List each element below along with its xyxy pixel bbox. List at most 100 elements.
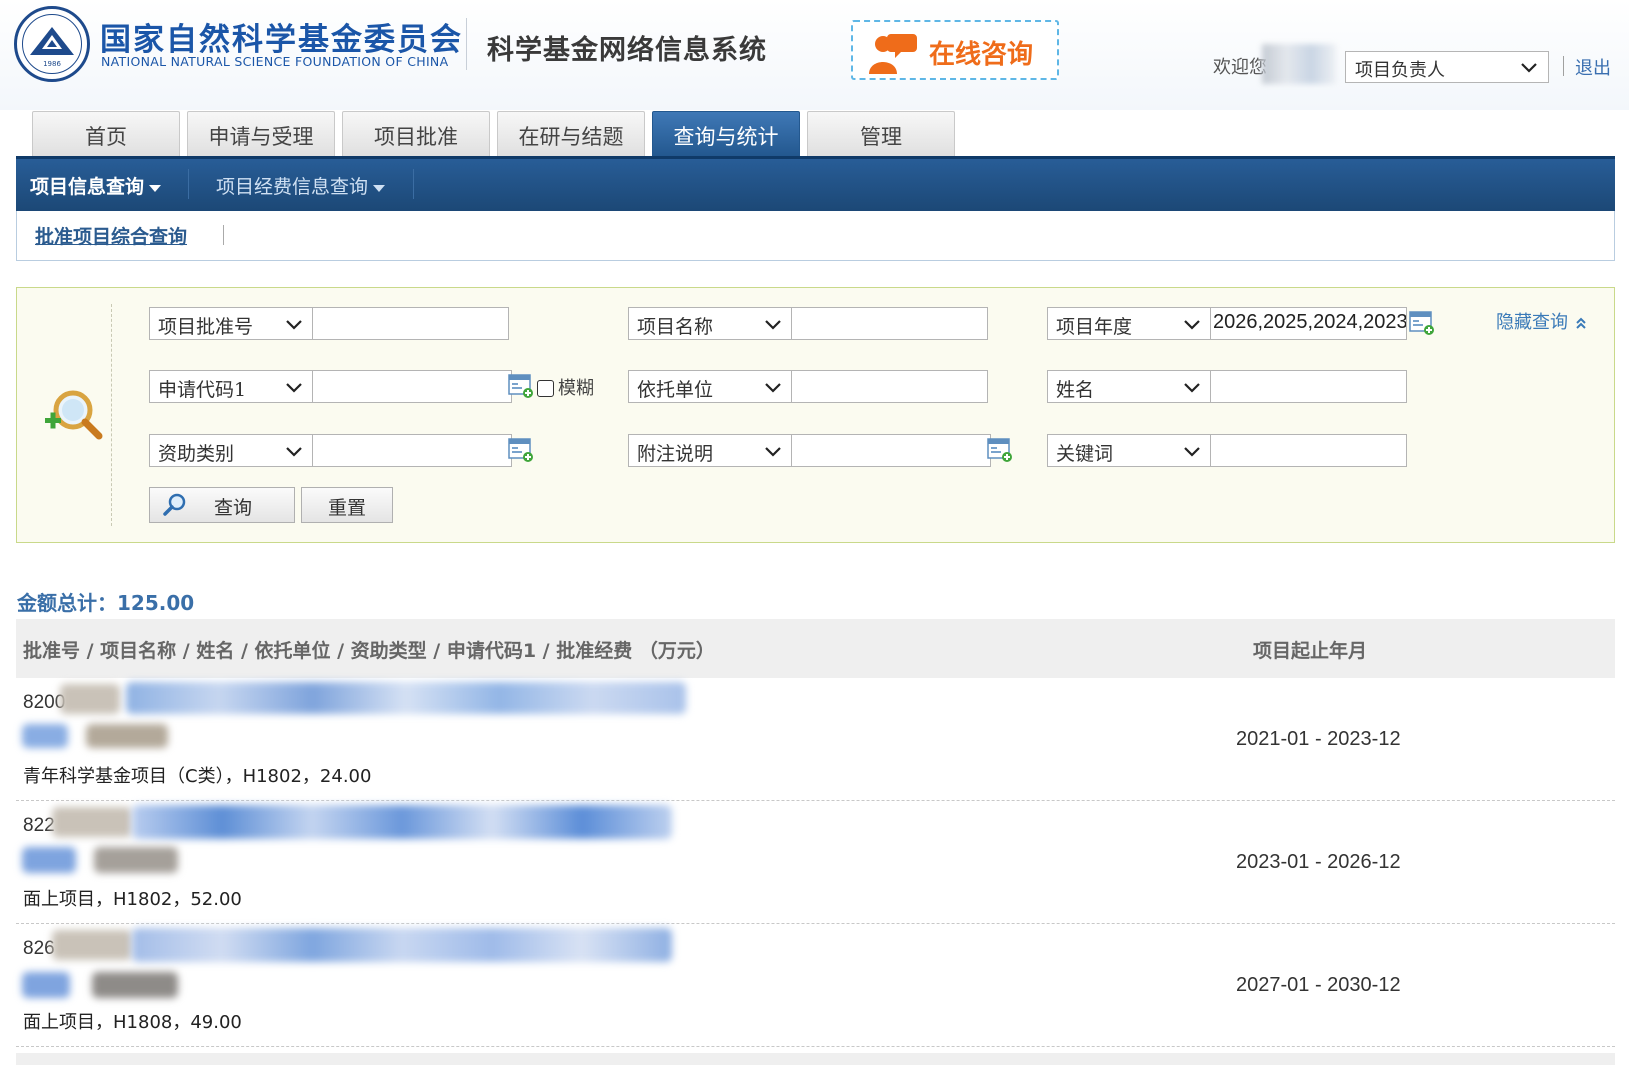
redacted-blur <box>92 972 178 998</box>
chevron-down-icon <box>765 383 781 393</box>
tab-home[interactable]: 首页 <box>32 111 180 156</box>
funding-type-picker-icon[interactable] <box>508 437 534 463</box>
tab-approval[interactable]: 项目批准 <box>342 111 490 156</box>
approval-no-input[interactable] <box>312 307 509 340</box>
note-select[interactable]: 附注说明 <box>628 434 792 467</box>
row-approval-no: 8200 <box>23 692 66 713</box>
org-name-cn: 国家自然科学基金委员会 <box>100 22 463 58</box>
panel-divider <box>111 304 112 526</box>
double-chevron-up-icon <box>1576 317 1586 329</box>
row-period: 2027-01 - 2030-12 <box>1236 974 1401 996</box>
redacted-blur <box>86 724 168 748</box>
keyword-input[interactable] <box>1210 434 1407 467</box>
table-row[interactable]: 822 面上项目，H1802，52.00 2023-01 - 2026-12 <box>16 801 1615 924</box>
role-select-value: 项目负责人 <box>1355 60 1445 81</box>
chevron-down-icon <box>286 447 302 457</box>
results-header: 批准号 / 项目名称 / 姓名 / 依托单位 / 资助类型 / 申请代码1 / … <box>16 619 1615 678</box>
caret-down-icon <box>149 184 162 192</box>
nav-project-info-query[interactable]: 项目信息查询 <box>30 172 162 199</box>
role-select[interactable]: 项目负责人 <box>1345 51 1549 83</box>
fuzzy-label: 模糊 <box>558 378 594 399</box>
hide-query-toggle[interactable]: 隐藏查询 <box>1496 308 1588 334</box>
name-select[interactable]: 姓名 <box>1047 370 1211 403</box>
reset-button[interactable]: 重置 <box>301 487 393 523</box>
institution-select[interactable]: 依托单位 <box>628 370 792 403</box>
nav-project-funding-query[interactable]: 项目经费信息查询 <box>216 172 386 199</box>
chevron-down-icon <box>1521 63 1537 73</box>
note-input[interactable] <box>791 434 991 467</box>
redacted-blur <box>132 805 672 839</box>
approved-project-query-link[interactable]: 批准项目综合查询 <box>35 222 187 249</box>
redacted-blur <box>52 807 132 837</box>
tab-management[interactable]: 管理 <box>807 111 955 156</box>
logout-link[interactable]: 退出 <box>1575 54 1611 80</box>
apply-code-input[interactable] <box>312 370 512 403</box>
results-header-columns: 批准号 / 项目名称 / 姓名 / 依托单位 / 资助类型 / 申请代码1 / … <box>23 640 715 662</box>
name-input[interactable] <box>1210 370 1407 403</box>
row-period: 2021-01 - 2023-12 <box>1236 728 1401 750</box>
redacted-blur <box>22 724 68 748</box>
online-consult-button[interactable]: 在线咨询 <box>851 20 1059 80</box>
username-redacted <box>1262 44 1336 84</box>
subnav-separator <box>223 225 224 245</box>
search-button[interactable]: 查询 <box>149 487 295 523</box>
redacted-blur <box>22 972 70 998</box>
query-panel: 隐藏查询 项目批准号 项目名称 项目年度 2026,2025,2024,2023… <box>16 287 1615 543</box>
row-period: 2023-01 - 2026-12 <box>1236 851 1401 873</box>
footer-strip <box>16 1053 1615 1065</box>
chevron-down-icon <box>286 320 302 330</box>
row-approval-no: 822 <box>23 815 55 836</box>
fuzzy-checkbox[interactable] <box>537 380 554 397</box>
search-magnifier-icon <box>45 390 103 440</box>
row-meta: 面上项目，H1808，49.00 <box>23 1012 242 1033</box>
table-row[interactable]: 8200 青年科学基金项目（C类），H1802，24.00 2021-01 - … <box>16 678 1615 801</box>
project-name-select[interactable]: 项目名称 <box>628 307 792 340</box>
redacted-blur <box>94 847 178 873</box>
consult-person-icon <box>869 34 917 74</box>
chevron-down-icon <box>765 320 781 330</box>
table-row[interactable]: 826 面上项目，H1808，49.00 2027-01 - 2030-12 <box>16 924 1615 1047</box>
row-meta: 青年科学基金项目（C类），H1802，24.00 <box>23 766 372 787</box>
redacted-blur <box>60 684 120 714</box>
redacted-blur <box>132 928 672 962</box>
caret-down-icon <box>373 184 386 192</box>
header-separator <box>1563 56 1564 76</box>
funding-type-input[interactable] <box>312 434 512 467</box>
tab-query-statistics[interactable]: 查询与统计 <box>652 111 800 156</box>
search-icon <box>163 493 186 516</box>
redacted-blur <box>52 930 132 960</box>
chevron-down-icon <box>1184 320 1200 330</box>
results-header-period: 项目起止年月 <box>1253 640 1368 662</box>
nav-separator <box>413 169 414 199</box>
chevron-down-icon <box>1184 383 1200 393</box>
tab-research[interactable]: 在研与结题 <box>497 111 645 156</box>
project-year-select[interactable]: 项目年度 <box>1047 307 1211 340</box>
project-name-input[interactable] <box>791 307 988 340</box>
chevron-down-icon <box>1184 447 1200 457</box>
redacted-blur <box>126 682 686 714</box>
row-approval-no: 826 <box>23 938 55 959</box>
calendar-picker-icon[interactable] <box>1409 310 1435 336</box>
project-year-input[interactable]: 2026,2025,2024,2023, <box>1210 307 1407 340</box>
redacted-blur <box>22 847 76 873</box>
system-title: 科学基金网络信息系统 <box>487 35 767 66</box>
org-name-en: NATIONAL NATURAL SCIENCE FOUNDATION OF C… <box>101 54 449 69</box>
nsfc-seal-icon: 1986 <box>14 6 90 82</box>
amount-total: 金额总计：125.00 <box>17 591 195 615</box>
consult-label: 在线咨询 <box>929 40 1034 70</box>
code-picker-icon[interactable] <box>508 373 534 399</box>
apply-code-select[interactable]: 申请代码1 <box>149 370 313 403</box>
chevron-down-icon <box>286 383 302 393</box>
row-meta: 面上项目，H1802，52.00 <box>23 889 242 910</box>
note-picker-icon[interactable] <box>987 437 1013 463</box>
approval-no-select[interactable]: 项目批准号 <box>149 307 313 340</box>
nav-separator <box>188 169 189 199</box>
tab-application[interactable]: 申请与受理 <box>187 111 335 156</box>
funding-type-select[interactable]: 资助类别 <box>149 434 313 467</box>
sub-nav: 批准项目综合查询 <box>16 211 1615 261</box>
institution-input[interactable] <box>791 370 988 403</box>
header-divider <box>466 18 467 70</box>
seal-year: 1986 <box>43 60 61 68</box>
chevron-down-icon <box>765 447 781 457</box>
keyword-select[interactable]: 关键词 <box>1047 434 1211 467</box>
